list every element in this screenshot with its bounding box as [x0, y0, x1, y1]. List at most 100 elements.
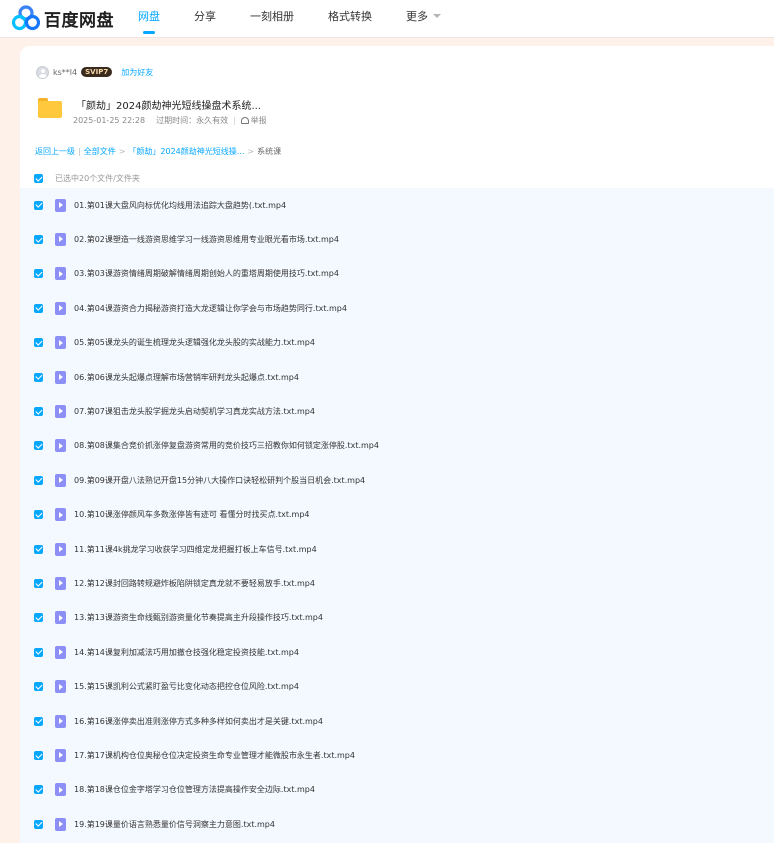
file-checkbox[interactable]: [34, 716, 43, 726]
file-row[interactable]: 16.第16课涨停卖出准则涨停方式多种多样如何卖出才是关键.txt.mp4: [20, 704, 774, 738]
video-file-icon: [55, 748, 66, 762]
file-row[interactable]: 13.第13课游资生命线甄别游资量化节奏提高主升段操作技巧.txt.mp4: [20, 601, 774, 635]
file-name[interactable]: 05.第05课龙头的诞生梳理龙头逻辑强化龙头股的实战能力.txt.mp4: [74, 337, 315, 348]
breadcrumb: 返回上一级 | 全部文件 > 「颜劫」2024颜劫神光短线操... > 系统课: [35, 146, 281, 157]
file-name[interactable]: 17.第17课机构仓位奥秘仓位决定投资生命专业管理才能微股市永生者.txt.mp…: [74, 750, 355, 761]
file-row[interactable]: 14.第14课复利加减法巧用加撤仓技强化稳定投资技能.txt.mp4: [20, 635, 774, 669]
file-row[interactable]: 12.第12课封回路转规避炸板陷阱锁定真龙就不要轻易放手.txt.mp4: [20, 566, 774, 600]
file-checkbox[interactable]: [34, 269, 43, 279]
file-row[interactable]: 05.第05课龙头的诞生梳理龙头逻辑强化龙头股的实战能力.txt.mp4: [20, 326, 774, 360]
video-file-icon: [55, 714, 66, 728]
svip-badge: SVIP7: [81, 67, 113, 77]
file-row[interactable]: 02.第02课塑造一线游资思维学习一线游资思维用专业眼光看市场.txt.mp4: [20, 222, 774, 256]
video-file-icon: [55, 301, 66, 315]
file-name[interactable]: 19.第19课量价语言熟悉量价信号洞察主力意图.txt.mp4: [74, 819, 275, 830]
video-file-icon: [55, 783, 66, 797]
file-name[interactable]: 15.第15课凯利公式紧盯盈亏比变化动态把控仓位风险.txt.mp4: [74, 681, 299, 692]
share-date: 2025-01-25 22:28: [73, 116, 146, 125]
breadcrumb-folder[interactable]: 「颜劫」2024颜劫神光短线操...: [128, 147, 244, 156]
nav-item-album[interactable]: 一刻相册: [250, 0, 294, 38]
file-checkbox[interactable]: [34, 441, 43, 451]
video-file-icon: [55, 817, 66, 831]
file-checkbox[interactable]: [34, 338, 43, 348]
nav-item-more[interactable]: 更多: [406, 0, 441, 38]
select-all-checkbox[interactable]: [34, 174, 43, 183]
file-checkbox[interactable]: [34, 406, 43, 416]
nav-label: 一刻相册: [250, 10, 294, 23]
file-name[interactable]: 08.第08课集合竞价抓涨停复盘游资常用的竞价技巧三招教你如何锁定涨停股.txt…: [74, 440, 379, 451]
file-checkbox[interactable]: [34, 819, 43, 829]
file-checkbox[interactable]: [34, 750, 43, 760]
file-name[interactable]: 18.第18课仓位金字塔学习仓位管理方法提高操作安全边际.txt.mp4: [74, 784, 315, 795]
file-row[interactable]: 17.第17课机构仓位奥秘仓位决定投资生命专业管理才能微股市永生者.txt.mp…: [20, 738, 774, 772]
file-row[interactable]: 10.第10课涨停颜风车多数涨停皆有迹可 看懂分时找买点.txt.mp4: [20, 498, 774, 532]
file-checkbox[interactable]: [34, 613, 43, 623]
file-name[interactable]: 10.第10课涨停颜风车多数涨停皆有迹可 看懂分时找买点.txt.mp4: [74, 509, 310, 520]
file-checkbox[interactable]: [34, 647, 43, 657]
file-row[interactable]: 15.第15课凯利公式紧盯盈亏比变化动态把控仓位风险.txt.mp4: [20, 670, 774, 704]
video-file-icon: [55, 232, 66, 246]
file-name[interactable]: 01.第01课大盘风向标优化均线用法追踪大盘趋势(.txt.mp4: [74, 200, 286, 211]
nav-item-share[interactable]: 分享: [194, 0, 216, 38]
breadcrumb-back[interactable]: 返回上一级: [35, 147, 75, 156]
file-name[interactable]: 07.第07课狙击龙头股学掘龙头启动契机学习真龙实战方法.txt.mp4: [74, 406, 315, 417]
nav-label: 网盘: [138, 10, 160, 23]
file-name[interactable]: 09.第09课开盘八法熟记开盘15分钟八大操作口诀轻松研判个股当日机会.txt.…: [74, 475, 365, 486]
video-file-icon: [55, 198, 66, 212]
file-name[interactable]: 04.第04课游资合力揭秘游资打造大龙逻辑让你学会与市场趋势同行.txt.mp4: [74, 303, 347, 314]
chevron-down-icon: [433, 14, 441, 18]
file-row[interactable]: 18.第18课仓位金字塔学习仓位管理方法提高操作安全边际.txt.mp4: [20, 773, 774, 807]
expire-time: 过期时间：永久有效: [156, 116, 229, 125]
select-all-row: 已选中20个文件/文件夹: [34, 173, 140, 184]
file-name[interactable]: 12.第12课封回路转规避炸板陷阱锁定真龙就不要轻易放手.txt.mp4: [74, 578, 315, 589]
nav-item-netdisk[interactable]: 网盘: [138, 0, 160, 38]
file-name[interactable]: 11.第11课4k挑龙学习收获学习四维定龙把握打板上车信号.txt.mp4: [74, 544, 317, 555]
file-checkbox[interactable]: [34, 303, 43, 313]
file-checkbox[interactable]: [34, 544, 43, 554]
video-file-icon: [55, 611, 66, 625]
video-file-icon: [55, 267, 66, 281]
breadcrumb-all-files[interactable]: 全部文件: [84, 147, 116, 156]
file-row[interactable]: 03.第03课游资情绪周期破解情绪周期创始人的重塔周期使用技巧.txt.mp4: [20, 257, 774, 291]
avatar-icon[interactable]: [36, 65, 49, 79]
file-name[interactable]: 13.第13课游资生命线甄别游资量化节奏提高主升段操作技巧.txt.mp4: [74, 612, 323, 623]
file-row[interactable]: 07.第07课狙击龙头股学掘龙头启动契机学习真龙实战方法.txt.mp4: [20, 394, 774, 428]
top-bar: 百度网盘 网盘 分享 一刻相册 格式转换 更多: [0, 0, 774, 38]
file-row[interactable]: 11.第11课4k挑龙学习收获学习四维定龙把握打板上车信号.txt.mp4: [20, 532, 774, 566]
add-friend-link[interactable]: 加为好友: [121, 67, 153, 78]
file-checkbox[interactable]: [34, 372, 43, 382]
file-checkbox[interactable]: [34, 682, 43, 692]
sharer-name[interactable]: ks**l4: [53, 68, 77, 77]
file-row[interactable]: 19.第19课量价语言熟悉量价信号洞察主力意图.txt.mp4: [20, 807, 774, 841]
file-checkbox[interactable]: [34, 475, 43, 485]
breadcrumb-separator: >: [118, 147, 126, 156]
folder-icon: [38, 98, 62, 118]
breadcrumb-separator: >: [247, 147, 255, 156]
file-row[interactable]: 06.第06课龙头起爆点理解市场营销牢研判龙头起爆点.txt.mp4: [20, 360, 774, 394]
file-row[interactable]: 09.第09课开盘八法熟记开盘15分钟八大操作口诀轻松研判个股当日机会.txt.…: [20, 463, 774, 497]
video-file-icon: [55, 680, 66, 694]
file-row[interactable]: 08.第08课集合竞价抓涨停复盘游资常用的竞价技巧三招教你如何锁定涨停股.txt…: [20, 429, 774, 463]
file-checkbox[interactable]: [34, 785, 43, 795]
logo[interactable]: 百度网盘: [12, 5, 114, 31]
file-checkbox[interactable]: [34, 234, 43, 244]
share-card: ks**l4 SVIP7 加为好友 「颜劫」2024颜劫神光短线操盘术系统...…: [20, 46, 774, 843]
file-row[interactable]: 04.第04课游资合力揭秘游资打造大龙逻辑让你学会与市场趋势同行.txt.mp4: [20, 291, 774, 325]
file-name[interactable]: 14.第14课复利加减法巧用加撤仓技强化稳定投资技能.txt.mp4: [74, 647, 299, 658]
file-checkbox[interactable]: [34, 200, 43, 210]
file-checkbox[interactable]: [34, 510, 43, 520]
report-icon[interactable]: [240, 117, 249, 124]
file-row[interactable]: 01.第01课大盘风向标优化均线用法追踪大盘趋势(.txt.mp4: [20, 188, 774, 222]
baidu-netdisk-logo-icon: [12, 5, 40, 31]
file-checkbox[interactable]: [34, 578, 43, 588]
video-file-icon: [55, 576, 66, 590]
report-link[interactable]: 举报: [251, 115, 267, 126]
nav-item-format-convert[interactable]: 格式转换: [328, 0, 372, 38]
file-name[interactable]: 02.第02课塑造一线游资思维学习一线游资思维用专业眼光看市场.txt.mp4: [74, 234, 339, 245]
file-name[interactable]: 16.第16课涨停卖出准则涨停方式多种多样如何卖出才是关键.txt.mp4: [74, 716, 323, 727]
file-name[interactable]: 06.第06课龙头起爆点理解市场营销牢研判龙头起爆点.txt.mp4: [74, 372, 299, 383]
video-file-icon: [55, 336, 66, 350]
file-name[interactable]: 03.第03课游资情绪周期破解情绪周期创始人的重塔周期使用技巧.txt.mp4: [74, 268, 339, 279]
app-name: 百度网盘: [44, 10, 114, 31]
breadcrumb-current: 系统课: [257, 147, 282, 156]
